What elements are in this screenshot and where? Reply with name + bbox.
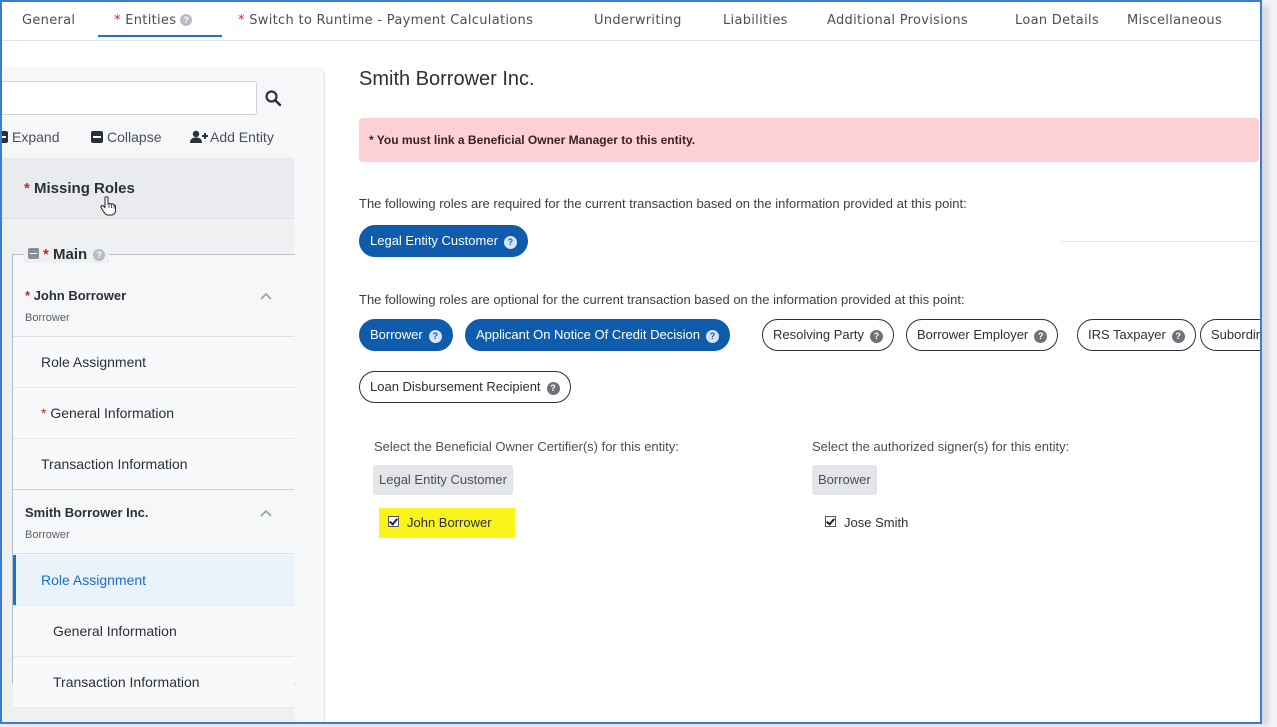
help-icon: ? bbox=[503, 236, 517, 249]
optional-roles-text: The following roles are optional for the… bbox=[359, 292, 965, 307]
collapse-button[interactable]: Collapse bbox=[91, 129, 161, 145]
help-icon: ? bbox=[428, 330, 442, 343]
signer-role-tag: Borrower bbox=[812, 465, 877, 495]
divider bbox=[1061, 241, 1260, 242]
sidebar-item-role-assignment[interactable]: Role Assignment bbox=[13, 337, 294, 388]
sidebar-item-transaction-information[interactable]: Transaction Information bbox=[13, 657, 294, 708]
tab-miscellaneous[interactable]: Miscellaneous bbox=[1127, 13, 1222, 28]
entity-smith-borrower-inc[interactable]: Smith Borrower Inc. Borrower bbox=[13, 491, 294, 554]
tab-additional-provisions[interactable]: Additional Provisions bbox=[827, 13, 968, 28]
active-tab-indicator bbox=[98, 35, 222, 37]
help-icon[interactable]: ? bbox=[180, 14, 193, 26]
entity-tree: * Missing Roles * Main? * John Borrower … bbox=[2, 158, 295, 722]
role-pill-loan-disbursement-recipient[interactable]: Loan Disbursement Recipient? bbox=[359, 371, 571, 403]
top-nav: General * Entities? * Switch to Runtime … bbox=[2, 2, 1260, 41]
signer-checkbox-jose-smith[interactable]: Jose Smith bbox=[825, 515, 908, 530]
tab-underwriting[interactable]: Underwriting bbox=[594, 13, 682, 28]
role-pill-resolving-party[interactable]: Resolving Party? bbox=[762, 319, 895, 351]
certifier-checkbox-john-borrower[interactable]: John Borrower bbox=[388, 515, 492, 530]
role-pill-borrower-employer[interactable]: Borrower Employer? bbox=[906, 319, 1059, 351]
sidebar-item-general-information[interactable]: * General Information bbox=[13, 388, 294, 439]
tab-switch-to-runtime[interactable]: * Switch to Runtime - Payment Calculatio… bbox=[238, 13, 533, 28]
help-icon[interactable]: ? bbox=[93, 249, 106, 261]
help-icon: ? bbox=[870, 330, 884, 343]
search-input[interactable] bbox=[2, 81, 257, 115]
certifier-role-tag: Legal Entity Customer bbox=[373, 465, 513, 495]
checkbox-icon[interactable] bbox=[825, 516, 836, 527]
role-pill-subordinate[interactable]: Subordin bbox=[1200, 319, 1260, 351]
role-pill-irs-taxpayer[interactable]: IRS Taxpayer? bbox=[1077, 319, 1196, 351]
signer-label: Select the authorized signer(s) for this… bbox=[812, 439, 1070, 454]
collapse-group-icon[interactable] bbox=[28, 248, 39, 259]
help-icon: ? bbox=[1171, 330, 1185, 343]
checkbox-icon[interactable] bbox=[388, 516, 399, 527]
main-group-legend[interactable]: * Main? bbox=[24, 246, 110, 263]
tab-entities[interactable]: * Entities? bbox=[114, 13, 193, 28]
expand-icon bbox=[2, 131, 8, 143]
tab-general[interactable]: General bbox=[22, 13, 75, 28]
app-window: General * Entities? * Switch to Runtime … bbox=[0, 0, 1262, 724]
entity-role: Borrower bbox=[25, 312, 70, 324]
add-entity-button[interactable]: Add Entity bbox=[190, 129, 274, 145]
sidebar-item-transaction-information[interactable]: Transaction Information bbox=[13, 439, 294, 490]
expand-button[interactable]: Expand bbox=[2, 129, 59, 145]
entity-john-borrower[interactable]: * John Borrower Borrower bbox=[13, 274, 294, 337]
tab-liabilities[interactable]: Liabilities bbox=[723, 13, 788, 28]
error-alert: * You must link a Beneficial Owner Manag… bbox=[359, 118, 1259, 162]
help-icon: ? bbox=[705, 330, 719, 343]
certifier-label: Select the Beneficial Owner Certifier(s)… bbox=[374, 439, 679, 454]
role-pill-legal-entity-customer[interactable]: Legal Entity Customer? bbox=[359, 225, 528, 257]
add-user-icon bbox=[190, 130, 208, 143]
chevron-up-icon[interactable] bbox=[260, 292, 272, 300]
help-icon: ? bbox=[546, 382, 560, 395]
missing-roles-item[interactable]: * Missing Roles bbox=[2, 158, 294, 219]
required-roles-text: The following roles are required for the… bbox=[359, 196, 967, 211]
role-pill-borrower[interactable]: Borrower? bbox=[359, 319, 453, 351]
role-pill-applicant-notice[interactable]: Applicant On Notice Of Credit Decision? bbox=[465, 319, 730, 351]
entity-sidebar: Expand Collapse Add Entity * Missing Rol… bbox=[2, 67, 325, 722]
search-icon[interactable] bbox=[264, 89, 282, 107]
hand-cursor-icon bbox=[100, 196, 116, 216]
sidebar-item-general-information[interactable]: General Information bbox=[13, 606, 294, 657]
entity-role: Borrower bbox=[25, 529, 70, 541]
collapse-icon bbox=[91, 131, 103, 143]
tab-loan-details[interactable]: Loan Details bbox=[1015, 13, 1099, 28]
chevron-up-icon[interactable] bbox=[260, 509, 272, 517]
help-icon: ? bbox=[1034, 330, 1048, 343]
sidebar-item-role-assignment[interactable]: Role Assignment bbox=[13, 555, 294, 606]
page-title: Smith Borrower Inc. bbox=[359, 68, 535, 90]
